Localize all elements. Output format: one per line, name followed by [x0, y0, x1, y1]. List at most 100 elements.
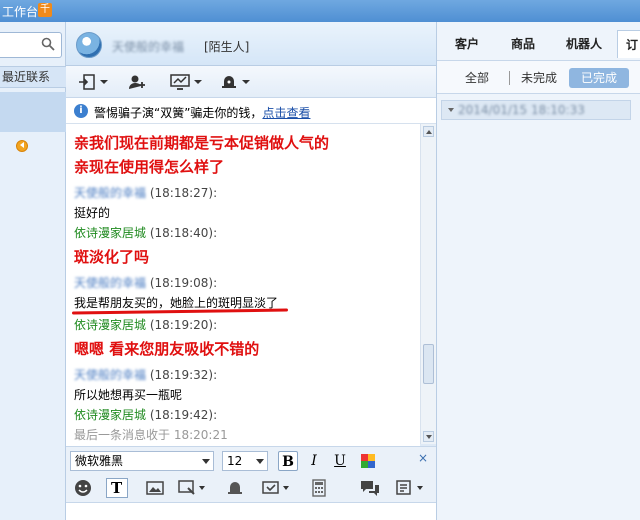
- contact-tag: [陌生人]: [204, 40, 250, 54]
- message-highlight: 亲我们现在前期都是亏本促销做人气的: [74, 134, 330, 152]
- filter-incomplete[interactable]: 未完成: [515, 68, 563, 88]
- divider: [509, 71, 510, 85]
- message-sender[interactable]: 依诗漫家居城: [74, 408, 146, 422]
- tab-robot[interactable]: 机器人: [553, 30, 615, 58]
- quick-reply-button[interactable]: [262, 479, 289, 497]
- chevron-down-icon: [199, 486, 205, 490]
- message-header: 天使般的幸福 (18:18:27):: [74, 184, 217, 201]
- transfer-icon: [79, 74, 95, 90]
- tab-orders[interactable]: 订: [617, 30, 640, 58]
- transfer-button[interactable]: [78, 73, 108, 91]
- message-highlight: 亲现在使用得怎么样了: [74, 158, 225, 176]
- message-time: (18:19:42):: [149, 408, 218, 422]
- monitor-chart-icon: [170, 74, 190, 90]
- chat-toolbar: [66, 66, 436, 98]
- avatar[interactable]: [76, 32, 102, 58]
- shake-button[interactable]: [226, 479, 244, 497]
- message-highlight: 嗯嗯 看来您朋友吸收不错的: [74, 340, 260, 358]
- color-palette-icon: [361, 454, 375, 468]
- message-list: 亲我们现在前期都是亏本促销做人气的 亲现在使用得怎么样了 天使般的幸福 (18:…: [66, 124, 420, 424]
- calculator-button[interactable]: [310, 479, 328, 497]
- scroll-down-button[interactable]: [423, 431, 434, 442]
- screenshot-icon: [178, 480, 195, 495]
- warning-link[interactable]: 点击查看: [262, 106, 310, 120]
- screen-share-button[interactable]: [170, 73, 202, 91]
- filter-all[interactable]: 全部: [457, 68, 497, 88]
- order-date: 2014/01/15 18:10:33: [458, 103, 585, 117]
- contact-name: 天使般的幸福: [112, 40, 185, 54]
- chat-header: 天使般的幸福 [陌生人]: [66, 22, 436, 66]
- underline-button[interactable]: U: [330, 451, 350, 471]
- chevron-down-icon: [194, 80, 202, 84]
- chevron-down-icon: [448, 108, 454, 112]
- calculator-icon: [312, 479, 326, 497]
- screenshot-button[interactable]: [178, 479, 205, 497]
- color-picker-button[interactable]: [358, 451, 378, 471]
- scroll-up-button[interactable]: [423, 126, 434, 137]
- font-toggle-button[interactable]: T: [106, 478, 128, 498]
- chat-history-button[interactable]: [360, 479, 379, 497]
- alert-button[interactable]: [220, 73, 250, 91]
- warning-text: 警惕骗子演“双簧”骗走你的钱，: [94, 106, 263, 120]
- text-format-icon: T: [111, 479, 123, 497]
- message-header: 依诗漫家居城 (18:18:40):: [74, 224, 217, 241]
- recent-contacts-tab[interactable]: 最近联系: [0, 66, 66, 88]
- chevron-down-icon: [100, 80, 108, 84]
- message-header: 天使般的幸福 (18:19:32):: [74, 366, 217, 383]
- message-time: (18:18:40):: [149, 226, 218, 240]
- message-time: (18:19:08):: [149, 276, 218, 290]
- emoji-button[interactable]: [74, 479, 92, 497]
- title-bar: 工作台 千: [0, 0, 640, 22]
- info-icon: i: [74, 104, 88, 118]
- reply-card-icon: [262, 481, 279, 494]
- bold-button[interactable]: B: [278, 451, 298, 471]
- message-header: 依诗漫家居城 (18:19:42):: [74, 406, 217, 423]
- message-highlight: 斑淡化了吗: [74, 248, 150, 266]
- chevron-down-icon: [283, 486, 289, 490]
- message-body: 所以她想再买一瓶呢: [74, 388, 183, 402]
- message-sender[interactable]: 依诗漫家居城: [74, 318, 146, 332]
- filter-complete[interactable]: 已完成: [569, 68, 629, 88]
- chevron-down-icon: [202, 459, 210, 464]
- message-time: (18:18:27):: [149, 186, 218, 200]
- scroll-thumb[interactable]: [423, 344, 434, 384]
- message-sender[interactable]: 天使般的幸福: [74, 186, 146, 200]
- contact-sidebar: 最近联系: [0, 22, 66, 520]
- info-tabs: 客户 商品 机器人 订: [437, 30, 640, 58]
- picture-icon: [146, 481, 164, 495]
- message-scrollbar[interactable]: [420, 124, 436, 444]
- tab-customer[interactable]: 客户: [441, 30, 493, 58]
- message-time: (18:19:20):: [149, 318, 218, 332]
- chevron-down-icon: [242, 80, 250, 84]
- expand-arrow-icon[interactable]: [16, 140, 28, 152]
- selected-contact[interactable]: [0, 92, 66, 132]
- message-sender[interactable]: 天使般的幸福: [74, 276, 146, 290]
- message-input[interactable]: [66, 502, 436, 520]
- italic-button[interactable]: I: [304, 451, 324, 471]
- order-filter-bar: 全部 未完成 已完成: [437, 60, 640, 94]
- alarm-bell-icon: [222, 76, 236, 88]
- chevron-down-icon: [417, 486, 423, 490]
- more-options-button[interactable]: [396, 479, 423, 497]
- add-contact-button[interactable]: [128, 73, 146, 91]
- smiley-icon: [75, 480, 91, 496]
- message-header: 天使般的幸福 (18:19:08):: [74, 274, 217, 291]
- message-sender[interactable]: 天使般的幸福: [74, 368, 146, 382]
- font-family-select[interactable]: 微软雅黑: [70, 451, 214, 471]
- font-size-select[interactable]: 12: [222, 451, 268, 471]
- tab-products[interactable]: 商品: [497, 30, 549, 58]
- close-format-bar-button[interactable]: ×: [418, 451, 428, 465]
- bell-icon: [228, 482, 242, 494]
- add-user-icon: [129, 75, 145, 89]
- window-title: 工作台: [2, 5, 39, 19]
- message-header: 依诗漫家居城 (18:19:20):: [74, 316, 217, 333]
- message-sender[interactable]: 依诗漫家居城: [74, 226, 146, 240]
- security-warning-bar: i 警惕骗子演“双簧”骗走你的钱，点击查看: [66, 98, 436, 124]
- format-bar: 微软雅黑 12 B I U ×: [66, 446, 436, 474]
- input-toolbar: T: [66, 474, 436, 502]
- order-group-item[interactable]: 2014/01/15 18:10:33: [441, 100, 631, 120]
- image-button[interactable]: [146, 479, 164, 497]
- search-input[interactable]: [0, 32, 62, 58]
- message-body: 挺好的: [74, 206, 111, 220]
- search-icon[interactable]: [41, 37, 55, 51]
